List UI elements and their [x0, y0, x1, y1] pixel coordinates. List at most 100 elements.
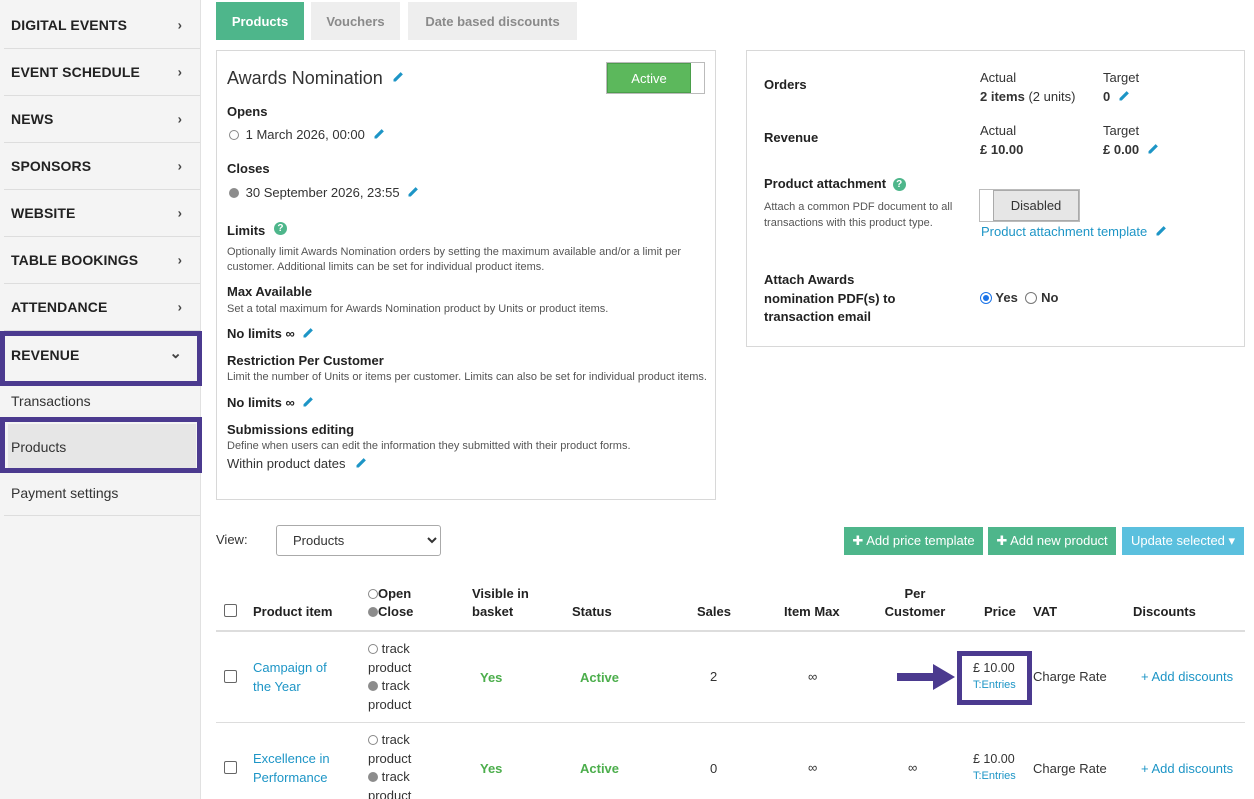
chevron-right-icon: ›	[177, 205, 182, 221]
header-open: Open	[378, 586, 412, 601]
row-checkbox[interactable]	[224, 761, 237, 774]
pencil-icon[interactable]	[1155, 225, 1167, 237]
pencil-icon[interactable]	[1147, 143, 1159, 155]
chevron-right-icon: ›	[177, 111, 182, 127]
revenue-actual-value: £ 10.00	[980, 142, 1024, 157]
attach-pdf-label: Attach Awards nomination PDF(s) to trans…	[764, 272, 896, 324]
attach-yes-label: Yes	[995, 290, 1018, 305]
status-toggle[interactable]: Active	[606, 62, 705, 94]
closes-value: 30 September 2026, 23:55	[245, 185, 400, 200]
highlight-box-revenue	[0, 331, 202, 386]
attach-yes-radio[interactable]	[980, 292, 992, 304]
orders-target-label: Target	[1103, 70, 1140, 85]
sidebar-item-event-schedule[interactable]: EVENT SCHEDULE ›	[4, 49, 200, 96]
tab-vouchers[interactable]: Vouchers	[311, 2, 400, 40]
submissions-value: Within product dates	[227, 456, 346, 471]
submissions-label: Submissions editing	[227, 422, 355, 437]
orders-actual-label: Actual	[980, 70, 1017, 85]
sidebar-subitem-label: Payment settings	[11, 484, 119, 501]
price-tag-link[interactable]: T:Entries	[973, 769, 1016, 784]
question-icon[interactable]: ?	[273, 222, 287, 235]
view-select[interactable]: Products	[276, 525, 441, 556]
pencil-icon[interactable]	[302, 396, 314, 408]
sidebar-subitem-payment-settings[interactable]: Payment settings	[4, 470, 200, 516]
header-sales: Sales	[697, 604, 731, 619]
revenue-label: Revenue	[764, 130, 819, 145]
pencil-icon[interactable]	[355, 457, 367, 469]
closes-row: 30 September 2026, 23:55	[229, 185, 419, 200]
closed-circle-icon	[368, 681, 378, 691]
sales-value: 0	[710, 761, 718, 776]
sales-value: 2	[710, 669, 718, 684]
sidebar-item-label: TABLE BOOKINGS	[11, 252, 139, 268]
orders-actual-units: (2 units)	[1028, 89, 1076, 104]
revenue-target-row: £ 0.00	[1103, 142, 1159, 157]
closed-circle-icon	[368, 607, 378, 617]
max-available-value: No limits ∞	[227, 326, 295, 341]
sidebar-item-website[interactable]: WEBSITE ›	[4, 190, 200, 237]
pencil-icon[interactable]	[302, 327, 314, 339]
pencil-icon[interactable]	[373, 128, 385, 140]
row-checkbox[interactable]	[224, 670, 237, 683]
attachment-template-link[interactable]: Product attachment template	[981, 224, 1147, 239]
attachment-label: Product attachment	[764, 176, 887, 191]
chevron-right-icon: ›	[177, 252, 182, 268]
pencil-icon[interactable]	[392, 71, 406, 85]
limits-label: Limits	[227, 223, 266, 238]
product-title: Awards Nomination	[227, 68, 406, 89]
sidebar-item-label: NEWS	[11, 111, 54, 127]
header-item-max: Item Max	[784, 604, 840, 619]
revenue-actual-label: Actual	[980, 123, 1017, 138]
restriction-desc: Limit the number of Units or items per c…	[227, 371, 707, 383]
revenue-target-label: Target	[1103, 123, 1140, 138]
tab-date-based-discounts[interactable]: Date based discounts	[408, 2, 577, 40]
attach-no-label: No	[1041, 290, 1059, 305]
max-available-desc: Set a total maximum for Awards Nominatio…	[227, 303, 609, 315]
vat-value: Charge Rate	[1033, 669, 1107, 684]
header-discounts: Discounts	[1133, 604, 1196, 619]
sidebar-item-digital-events[interactable]: DIGITAL EVENTS ›	[4, 2, 200, 49]
orders-actual-value: 2 items (2 units)	[980, 89, 1075, 104]
max-available-row: No limits ∞	[227, 326, 314, 341]
sidebar-item-attendance[interactable]: ATTENDANCE ›	[4, 284, 200, 331]
highlight-box-products	[0, 417, 202, 473]
opens-row: 1 March 2026, 00:00	[229, 127, 385, 142]
submissions-desc: Define when users can edit the informati…	[227, 440, 631, 452]
attach-pdf-radios: Yes No	[980, 290, 1058, 305]
add-discounts-link[interactable]: + Add discounts	[1141, 667, 1233, 686]
header-status: Status	[572, 604, 612, 619]
attachment-toggle[interactable]: Disabled	[979, 189, 1080, 222]
closed-circle-icon	[368, 772, 378, 782]
per-customer-value: ∞	[908, 760, 918, 775]
revenue-target-value: £ 0.00	[1103, 142, 1140, 157]
pencil-icon[interactable]	[1118, 90, 1130, 102]
add-discounts-link[interactable]: + Add discounts	[1141, 759, 1233, 778]
opens-label: Opens	[227, 104, 268, 119]
orders-label: Orders	[764, 77, 807, 92]
update-selected-button[interactable]: Update selected ▾	[1122, 527, 1244, 555]
select-all-checkbox[interactable]	[224, 604, 237, 617]
add-new-product-button[interactable]: ✚ Add new product	[988, 527, 1116, 555]
orders-target-value: 0	[1103, 89, 1111, 104]
sidebar-item-label: WEBSITE	[11, 205, 76, 221]
item-max-value: ∞	[808, 669, 818, 684]
view-label: View:	[216, 532, 248, 547]
sidebar: DIGITAL EVENTS › EVENT SCHEDULE › NEWS ›…	[0, 0, 201, 799]
orders-target-row: 0	[1103, 89, 1130, 104]
header-vat: VAT	[1033, 604, 1058, 619]
product-item-link[interactable]: Campaign of the Year	[253, 658, 343, 696]
sidebar-item-news[interactable]: NEWS ›	[4, 96, 200, 143]
add-price-template-button[interactable]: ✚ Add price template	[844, 527, 983, 555]
row-divider	[216, 722, 1245, 723]
sidebar-item-sponsors[interactable]: SPONSORS ›	[4, 143, 200, 190]
tab-products[interactable]: Products	[216, 2, 304, 40]
attach-no-radio[interactable]	[1025, 292, 1038, 304]
question-icon[interactable]: ?	[892, 178, 906, 191]
product-item-link[interactable]: Excellence in Performance	[253, 749, 343, 787]
pencil-icon[interactable]	[407, 186, 419, 198]
max-available-label: Max Available	[227, 284, 313, 299]
sidebar-item-table-bookings[interactable]: TABLE BOOKINGS ›	[4, 237, 200, 284]
sidebar-item-label: ATTENDANCE	[11, 299, 108, 315]
attachment-desc: Attach a common PDF document to all tran…	[764, 201, 953, 229]
open-circle-icon	[368, 735, 378, 745]
